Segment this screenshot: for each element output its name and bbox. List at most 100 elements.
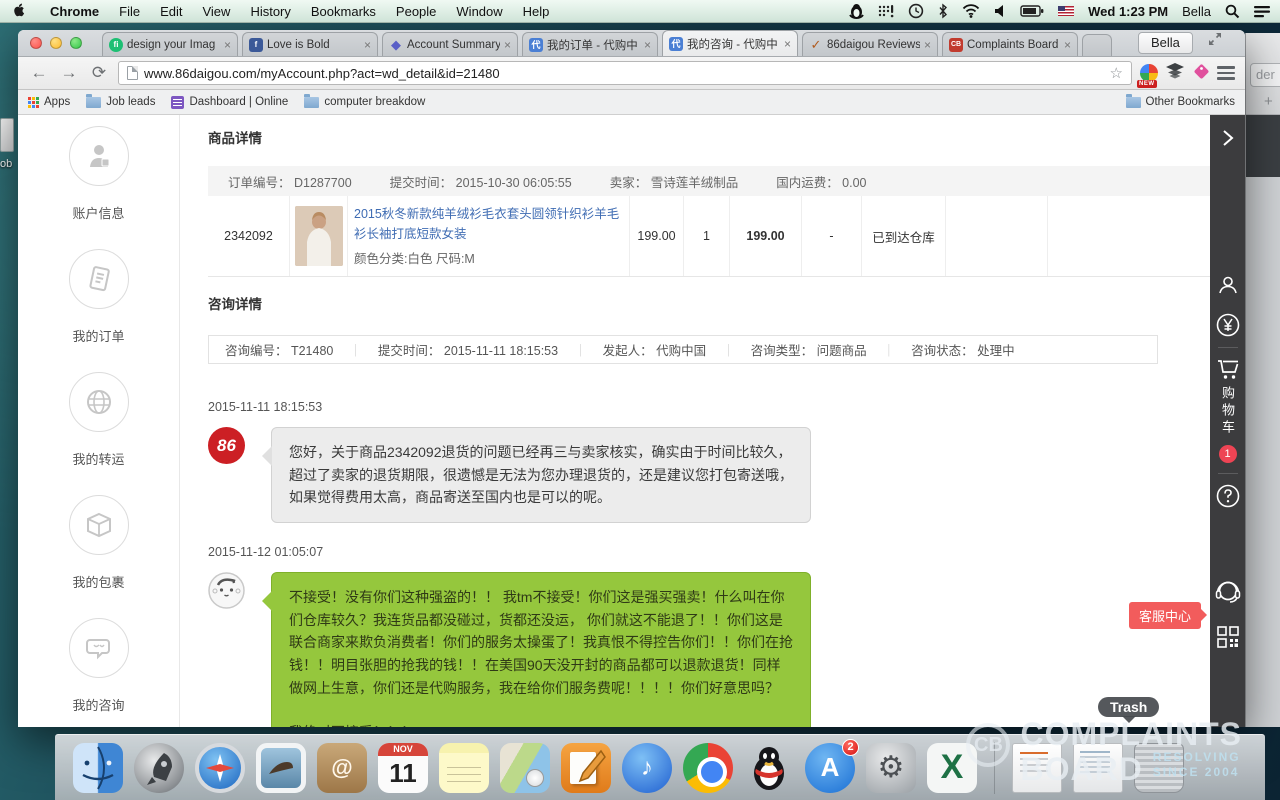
chevron-right-icon[interactable] <box>1222 129 1234 147</box>
dock-mail-icon[interactable] <box>256 743 306 793</box>
dock-chrome-icon[interactable] <box>683 743 733 793</box>
background-window-button[interactable]: der <box>1250 63 1280 87</box>
inquiry-section-title: 咨询详情 <box>208 293 1210 313</box>
background-window-plus[interactable]: + <box>1264 93 1273 110</box>
dock-itunes-icon[interactable]: ♪ <box>622 743 672 793</box>
url-text[interactable]: www.86daigou.com/myAccount.php?act=wd_de… <box>144 66 1104 81</box>
sidebar-item-account-info[interactable]: 账户信息 <box>69 126 129 222</box>
tab-my-orders[interactable]: 代 我的订单 - 代购中 × <box>522 32 658 56</box>
tab-love-is-bold[interactable]: f Love is Bold × <box>242 32 378 56</box>
item-dash: - <box>802 196 862 276</box>
battery-icon[interactable] <box>1020 5 1044 17</box>
address-bar[interactable]: www.86daigou.com/myAccount.php?act=wd_de… <box>118 61 1132 85</box>
tab-design-your-image[interactable]: fi design your Imag × <box>102 32 238 56</box>
menu-history[interactable]: History <box>240 4 300 19</box>
order-summary-bar: 订单编号： D1287700 提交时间： 2015-10-30 06:05:55… <box>208 166 1210 196</box>
tabs: fi design your Imag × f Love is Bold × ◆… <box>102 29 1138 56</box>
cart-icon[interactable] <box>1216 358 1240 380</box>
dock-calendar-icon[interactable]: NOV 11 <box>378 743 428 793</box>
menu-edit[interactable]: Edit <box>150 4 192 19</box>
us-flag-icon[interactable] <box>1058 6 1074 16</box>
dock-pages-icon[interactable] <box>561 743 611 793</box>
menu-view[interactable]: View <box>192 4 240 19</box>
close-tab-icon[interactable]: × <box>1064 38 1071 52</box>
chrome-window: fi design your Imag × f Love is Bold × ◆… <box>18 30 1245 727</box>
sidebar-item-my-packages[interactable]: 我的包裹 <box>69 495 129 591</box>
bookmark-dashboard[interactable]: Dashboard | Online <box>171 96 288 109</box>
menu-user[interactable]: Bella <box>1182 4 1211 19</box>
bookmark-computer-breakdown[interactable]: computer breakdow <box>304 96 425 108</box>
chrome-menu-icon[interactable] <box>1217 66 1235 80</box>
apple-menu-icon[interactable] <box>10 2 32 21</box>
fullscreen-icon[interactable] <box>1207 31 1223 52</box>
tag-extension-icon[interactable] <box>1192 62 1209 84</box>
qq-status-icon[interactable] <box>849 3 864 19</box>
item-quantity: 1 <box>684 196 730 276</box>
layers-extension-icon[interactable] <box>1166 63 1184 84</box>
bookmark-job-leads[interactable]: Job leads <box>86 96 155 108</box>
close-tab-icon[interactable]: × <box>224 38 231 52</box>
other-bookmarks[interactable]: Other Bookmarks <box>1126 96 1235 108</box>
close-tab-icon[interactable]: × <box>924 38 931 52</box>
bluetooth-icon[interactable] <box>938 3 948 19</box>
tab-86daigou-reviews[interactable]: ✓ 86daigou Reviews × <box>802 32 938 56</box>
dock-finder-icon[interactable] <box>73 743 123 793</box>
dock-contacts-icon[interactable]: @ <box>317 743 367 793</box>
extension-new-icon[interactable]: NEW <box>1140 64 1158 82</box>
dock-qq-icon[interactable] <box>744 743 794 793</box>
wifi-icon[interactable] <box>962 4 980 18</box>
tab-complaints-board[interactable]: CB Complaints Board × <box>942 32 1078 56</box>
sidebar-item-my-inquiries[interactable]: 我的咨询 <box>69 618 129 714</box>
dock-maps-icon[interactable] <box>500 743 550 793</box>
volume-icon[interactable] <box>994 4 1006 18</box>
menu-clock[interactable]: Wed 1:23 PM <box>1088 4 1168 19</box>
dock-app-store-icon[interactable]: A 2 <box>805 743 855 793</box>
close-tab-icon[interactable]: × <box>364 38 371 52</box>
menu-bookmarks[interactable]: Bookmarks <box>301 4 386 19</box>
question-icon[interactable] <box>1216 484 1240 508</box>
sidebar-item-my-forwarding[interactable]: 我的转运 <box>69 372 129 468</box>
bookmark-apps[interactable]: Apps <box>28 96 70 108</box>
bookmark-star-icon[interactable]: ☆ <box>1110 64 1123 82</box>
qr-code-icon[interactable] <box>1217 626 1239 648</box>
dock-safari-icon[interactable] <box>195 743 245 793</box>
tab-my-inquiry-active[interactable]: 代 我的咨询 - 代购中 × <box>662 30 798 56</box>
menu-window[interactable]: Window <box>446 4 512 19</box>
dock-system-preferences-icon[interactable]: ⚙ <box>866 743 916 793</box>
notification-center-icon[interactable] <box>1254 5 1270 18</box>
new-tab-button[interactable] <box>1082 34 1112 56</box>
zoom-window-button[interactable] <box>70 37 82 49</box>
menu-help[interactable]: Help <box>513 4 560 19</box>
product-thumbnail[interactable] <box>295 206 343 266</box>
back-icon[interactable]: ← <box>28 63 50 83</box>
headset-icon[interactable] <box>1215 580 1241 604</box>
close-tab-icon[interactable]: × <box>504 38 511 52</box>
cart-label[interactable]: 购物车 <box>1218 386 1237 437</box>
page-icon <box>127 66 138 80</box>
close-tab-icon[interactable]: × <box>644 38 651 52</box>
reload-icon[interactable]: ⟳ <box>88 63 110 83</box>
minimize-window-button[interactable] <box>50 37 62 49</box>
product-title-link[interactable]: 2015秋冬新款纯羊绒衫毛衣套头圆领针织衫羊毛衫长袖打底短款女装 <box>354 205 625 244</box>
fiverr-icon: fi <box>109 38 123 52</box>
time-machine-icon[interactable] <box>908 3 924 19</box>
close-window-button[interactable] <box>30 37 42 49</box>
dock-launchpad-icon[interactable] <box>134 743 184 793</box>
dock-notes-icon[interactable] <box>439 743 489 793</box>
menu-file[interactable]: File <box>109 4 150 19</box>
tab-account-summary[interactable]: ◆ Account Summary × <box>382 32 518 56</box>
menu-people[interactable]: People <box>386 4 446 19</box>
yen-icon[interactable] <box>1216 313 1240 337</box>
sidebar-item-my-orders[interactable]: 我的订单 <box>69 249 129 345</box>
close-tab-icon[interactable]: × <box>784 37 791 51</box>
profile-button[interactable]: Bella <box>1138 32 1193 54</box>
input-grid-icon[interactable] <box>878 4 894 18</box>
spotlight-icon[interactable] <box>1225 4 1240 19</box>
menu-app-name[interactable]: Chrome <box>40 4 109 19</box>
forward-icon[interactable]: → <box>58 63 80 83</box>
desktop-file-icon[interactable]: ob <box>0 118 18 170</box>
customer-service-tooltip[interactable]: 客服中心 <box>1129 602 1201 629</box>
tab-strip: fi design your Imag × f Love is Bold × ◆… <box>18 30 1245 57</box>
person-icon[interactable] <box>1218 275 1238 295</box>
bookmarks-bar: Apps Job leads Dashboard | Online comput… <box>18 90 1245 115</box>
